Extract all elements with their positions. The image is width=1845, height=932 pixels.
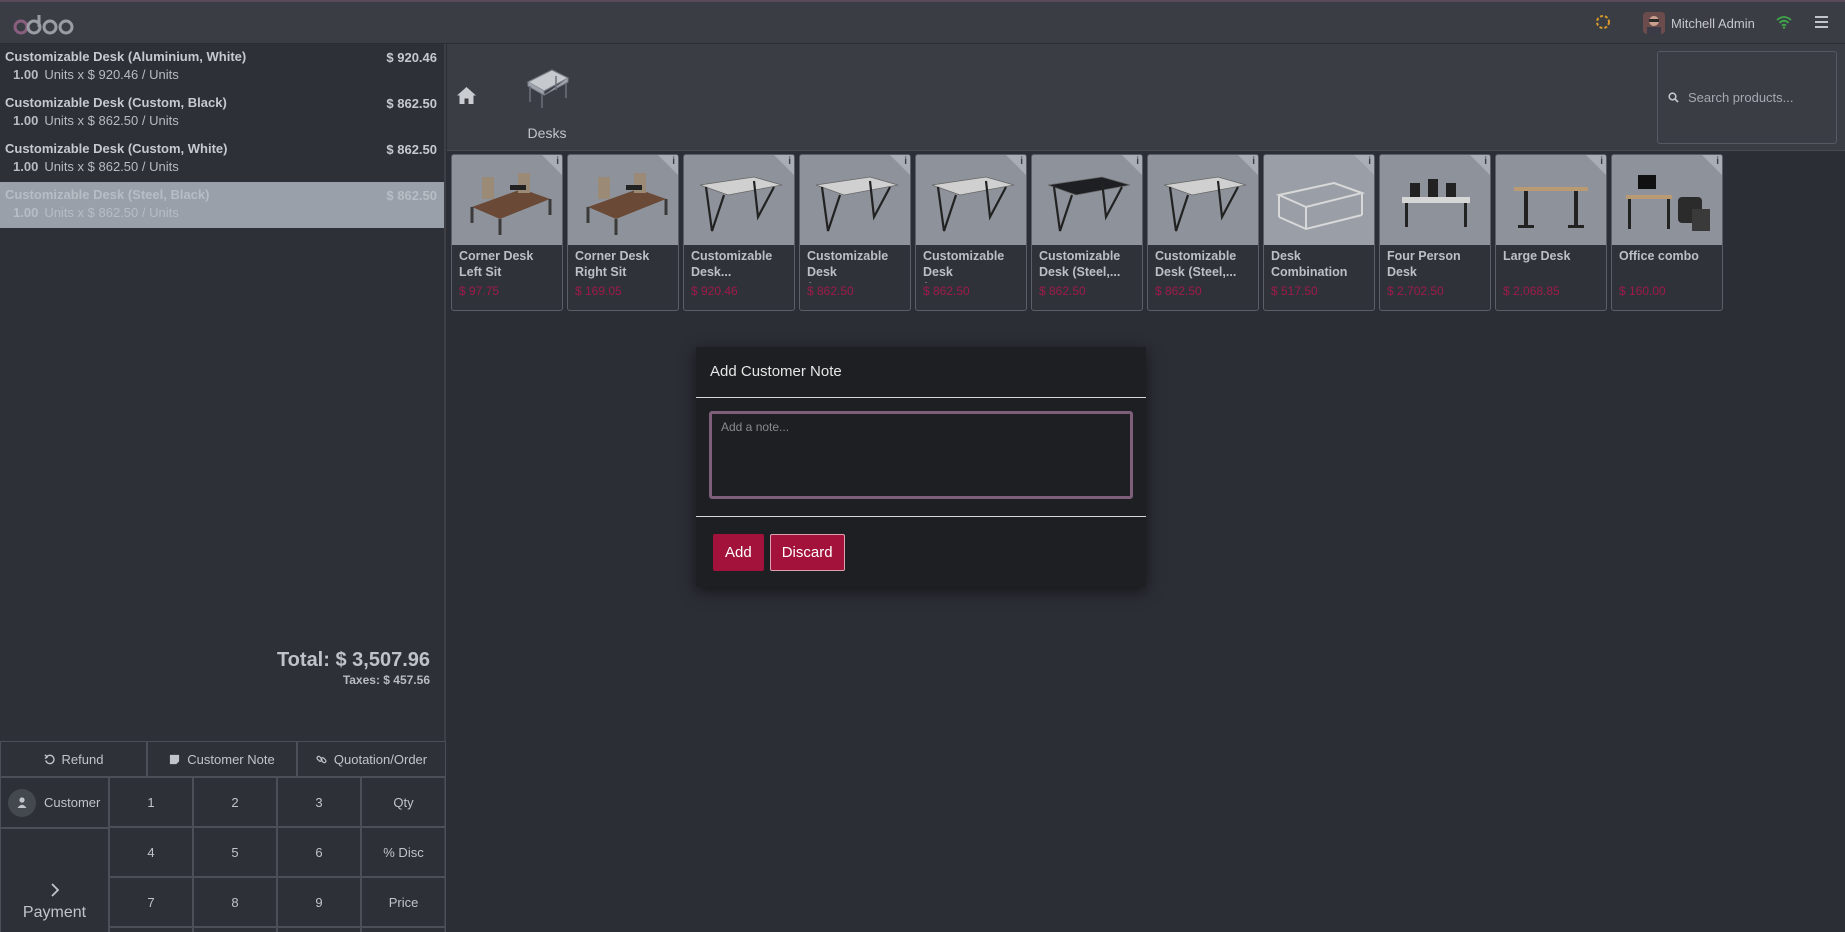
add-button[interactable]: Add	[713, 534, 764, 571]
dialog-body	[696, 398, 1146, 517]
note-textarea[interactable]	[709, 411, 1133, 499]
dialog-title: Add Customer Note	[696, 347, 1146, 398]
discard-button[interactable]: Discard	[769, 534, 845, 571]
dialog-footer: Add Discard	[696, 517, 1146, 588]
customer-note-dialog: Add Customer Note Add Discard	[696, 347, 1146, 587]
